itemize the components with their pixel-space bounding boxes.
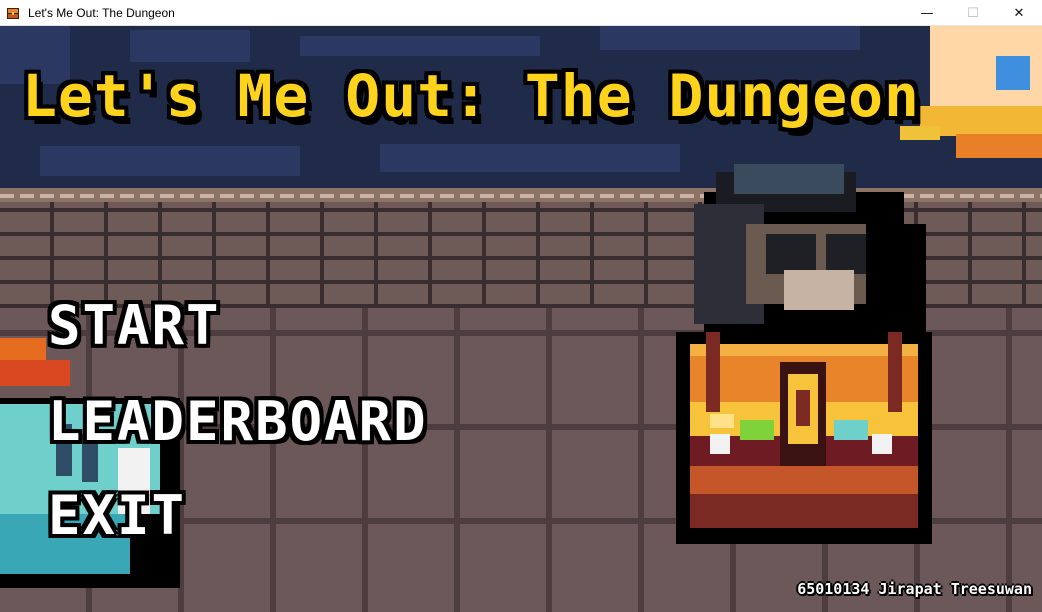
exit-button[interactable]: EXIT bbox=[48, 484, 186, 548]
window-controls: — ☐ ✕ bbox=[904, 0, 1042, 26]
game-title: Let's Me Out: The Dungeon bbox=[22, 62, 920, 130]
close-button[interactable]: ✕ bbox=[996, 0, 1042, 26]
title-bar[interactable]: Let's Me Out: The Dungeon — ☐ ✕ bbox=[0, 0, 1042, 26]
mimic-chest-sprite bbox=[676, 164, 946, 554]
treasure-chest-icon bbox=[7, 7, 19, 19]
author-credit: 65010134 Jirapat Treesuwan bbox=[797, 580, 1032, 598]
minimize-button[interactable]: — bbox=[904, 0, 950, 26]
game-window: Let's Me Out: The Dungeon — ☐ ✕ Let's Me… bbox=[0, 0, 1042, 612]
leaderboard-button[interactable]: LEADERBOARD bbox=[48, 390, 428, 454]
window-title: Let's Me Out: The Dungeon bbox=[28, 5, 175, 20]
start-button[interactable]: START bbox=[48, 294, 221, 358]
knight-sprite bbox=[0, 338, 180, 588]
maximize-button[interactable]: ☐ bbox=[950, 0, 996, 26]
game-canvas[interactable]: Let's Me Out: The Dungeon START LEADERBO… bbox=[0, 26, 1042, 612]
